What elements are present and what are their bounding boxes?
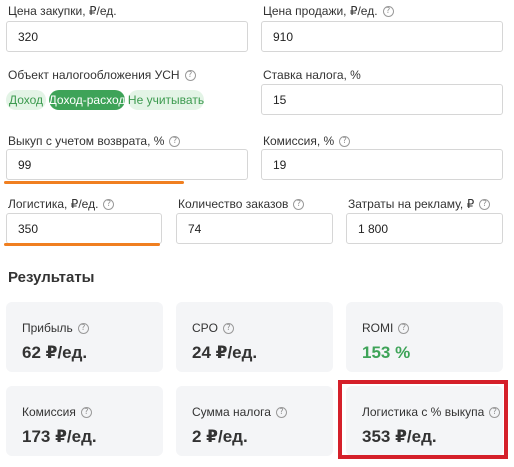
orders-input[interactable]: 74 bbox=[176, 213, 333, 244]
tax-rate-input[interactable]: 15 bbox=[261, 84, 503, 115]
result-value: 2 ₽/ед. bbox=[192, 427, 248, 446]
sale-price-label: Цена продажи, ₽/ед. ? bbox=[263, 4, 394, 18]
highlight-frame bbox=[338, 380, 508, 459]
tax-option-ignore[interactable]: Не учитывать bbox=[128, 90, 204, 110]
purchase-price-input[interactable]: 320 bbox=[6, 21, 248, 52]
purchase-price-label: Цена закупки, ₽/ед. bbox=[8, 4, 117, 18]
help-icon[interactable]: ? bbox=[103, 198, 115, 210]
help-icon[interactable]: ? bbox=[293, 198, 305, 210]
result-card-commission: Комиссия ? 173 ₽/ед. bbox=[6, 386, 163, 456]
logistics-input[interactable]: 350 bbox=[6, 213, 162, 244]
commission-input[interactable]: 19 bbox=[261, 149, 503, 180]
help-icon[interactable]: ? bbox=[275, 406, 287, 418]
results-title: Результаты bbox=[8, 269, 95, 286]
result-value: 62 ₽/ед. bbox=[22, 343, 88, 362]
logistics-label: Логистика, ₽/ед. ? bbox=[8, 197, 115, 211]
tax-object-label: Объект налогообложения УСН ? bbox=[8, 68, 196, 82]
tax-rate-label: Ставка налога, % bbox=[263, 68, 361, 82]
help-icon[interactable]: ? bbox=[339, 135, 351, 147]
result-value: 153 % bbox=[362, 343, 411, 362]
tax-option-income[interactable]: Доход bbox=[6, 90, 46, 110]
result-card-romi: ROMI ? 153 % bbox=[346, 302, 503, 372]
result-card-profit: Прибыль ? 62 ₽/ед. bbox=[6, 302, 163, 372]
ads-label: Затраты на рекламу, ₽ ? bbox=[348, 197, 491, 211]
help-icon[interactable]: ? bbox=[184, 69, 196, 81]
help-icon[interactable]: ? bbox=[398, 322, 410, 334]
ads-input[interactable]: 1 800 bbox=[346, 213, 503, 244]
help-icon[interactable]: ? bbox=[223, 322, 235, 334]
commission-label: Комиссия, % ? bbox=[263, 134, 351, 148]
help-icon[interactable]: ? bbox=[382, 5, 394, 17]
result-value: 173 ₽/ед. bbox=[22, 427, 97, 446]
help-icon[interactable]: ? bbox=[169, 135, 181, 147]
result-card-cpo: CPO ? 24 ₽/ед. bbox=[176, 302, 333, 372]
help-icon[interactable]: ? bbox=[77, 322, 89, 334]
tax-option-income-expense[interactable]: Доход-расход bbox=[49, 90, 125, 110]
result-card-tax-amount: Сумма налога ? 2 ₽/ед. bbox=[176, 386, 333, 456]
buyout-label: Выкуп с учетом возврата, % ? bbox=[8, 134, 181, 148]
result-value: 24 ₽/ед. bbox=[192, 343, 258, 362]
help-icon[interactable]: ? bbox=[80, 406, 92, 418]
sale-price-input[interactable]: 910 bbox=[261, 21, 503, 52]
orders-label: Количество заказов ? bbox=[178, 197, 305, 211]
help-icon[interactable]: ? bbox=[479, 198, 491, 210]
buyout-underline bbox=[4, 181, 184, 184]
buyout-input[interactable]: 99 bbox=[6, 149, 248, 180]
logistics-underline bbox=[4, 243, 160, 246]
